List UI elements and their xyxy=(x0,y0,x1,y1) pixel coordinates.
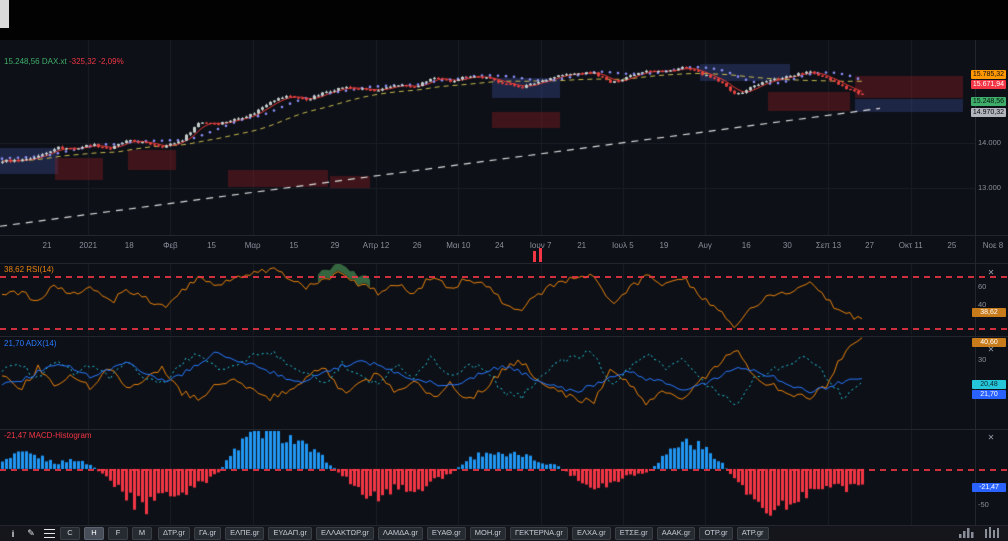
ticker-button[interactable]: ΕΛΧΑ.gr xyxy=(571,527,611,540)
ticker-button[interactable]: ΕΤΣΕ.gr xyxy=(614,527,653,540)
time-tick: 25 xyxy=(947,241,957,250)
symbol-legend[interactable]: 15.248,56 DAX.xt -325,32 -2,09% xyxy=(4,57,124,66)
rsi-pane-chart[interactable] xyxy=(0,263,975,335)
price-axis-label: 14.000 xyxy=(978,138,1001,147)
di-plus-badge: 20,48 xyxy=(972,380,1006,389)
main-price-chart[interactable] xyxy=(0,40,975,235)
list-glyph xyxy=(43,529,55,538)
overflow-volume-bar xyxy=(539,248,542,262)
ticker-button[interactable]: ΓΑ.gr xyxy=(193,527,222,540)
separator-rsi-top[interactable] xyxy=(0,263,1008,264)
time-tick: 2021 xyxy=(79,241,98,250)
macd-grid-label: -50 xyxy=(978,500,989,509)
watchlist-icon[interactable] xyxy=(42,528,56,540)
time-tick: 21 xyxy=(42,241,52,250)
time-tick: 26 xyxy=(412,241,422,250)
time-tick: 21 xyxy=(577,241,587,250)
rsi-value-badge: 38,62 xyxy=(972,308,1006,317)
adx-pane-chart[interactable] xyxy=(0,337,975,429)
separator-adx-top[interactable] xyxy=(0,336,1008,337)
time-tick: Ιουλ 5 xyxy=(611,241,634,250)
time-tick: 30 xyxy=(782,241,792,250)
rsi-lower-level-line xyxy=(0,328,1008,330)
time-axis[interactable]: 21 2021 18 Φεβ 15 Μαρ 15 29 Απρ 12 26 Μαι 10 24 Ιουν… xyxy=(0,235,1008,263)
separator-macd-top[interactable] xyxy=(0,429,1008,430)
time-tick: Σεπ 13 xyxy=(815,241,842,250)
time-tick: Μαι 10 xyxy=(446,241,471,250)
timeframe-button-C[interactable]: C xyxy=(60,527,80,540)
time-tick: Φεβ xyxy=(163,241,178,250)
time-tick: Νοε 8 xyxy=(982,241,1004,250)
macd-close-icon[interactable]: ✕ xyxy=(986,433,996,443)
ticker-button[interactable]: ΑΤΡ.gr xyxy=(736,527,769,540)
adx-close-icon[interactable]: ✕ xyxy=(986,345,996,355)
ticker-button[interactable]: ΜΟΗ.gr xyxy=(469,527,507,540)
adx-value-badge: 21,70 xyxy=(972,390,1006,399)
ticker-button[interactable]: ΕΥΑΘ.gr xyxy=(426,527,466,540)
ticker-buttons: ΔΤΡ.gr ΓΑ.gr ΕΛΠΕ.gr ΕΥΔΑΠ.gr ΕΛΛΑΚΤΩΡ.gr ΛΑΜ… xyxy=(158,527,769,540)
last-price-badge: 15.248,56 xyxy=(970,97,1006,106)
time-tick: Μαρ xyxy=(244,241,261,250)
high-price-badge: 15.785,32 xyxy=(970,70,1006,79)
trading-app-window: 15.248,56 DAX.xt -325,32 -2,09% 14.000 1… xyxy=(0,0,1008,541)
signal-bars-icon[interactable] xyxy=(958,527,974,538)
ticker-button[interactable]: ΔΤΡ.gr xyxy=(158,527,190,540)
ticker-button[interactable]: ΑΑΑΚ.gr xyxy=(656,527,696,540)
ticker-button[interactable]: ΕΥΔΑΠ.gr xyxy=(268,527,312,540)
time-tick: 15 xyxy=(207,241,216,250)
timeframe-button-M[interactable]: M xyxy=(132,527,152,540)
rsi-upper-level-line xyxy=(0,276,1008,278)
timeframe-button-F[interactable]: F xyxy=(108,527,128,540)
stop-price-badge: 15.671,94 xyxy=(970,80,1006,89)
top-bar xyxy=(0,0,1008,40)
rsi-close-icon[interactable]: ✕ xyxy=(986,268,996,278)
price-axis-label: 13.000 xyxy=(978,183,1001,192)
low-price-badge: 14.970,32 xyxy=(970,108,1006,117)
overflow-volume-bar xyxy=(533,251,536,262)
macd-zero-line xyxy=(0,469,1008,471)
macd-value-badge: -21,47 xyxy=(972,483,1006,492)
adx-pane-label[interactable]: 21,70 ADX(14) xyxy=(4,339,56,348)
time-tick: 19 xyxy=(659,241,669,250)
macd-pane-chart[interactable] xyxy=(0,429,975,525)
time-tick: 18 xyxy=(124,241,134,250)
draw-pencil-icon[interactable]: ✎ xyxy=(24,528,38,540)
time-tick: 16 xyxy=(741,241,751,250)
timeframe-button-H[interactable]: H xyxy=(84,527,104,540)
time-tick: 29 xyxy=(330,241,340,250)
ticker-button[interactable]: ΓΕΚΤΕΡΝΑ.gr xyxy=(510,527,568,540)
price-change: -325,32 xyxy=(68,57,97,66)
macd-pane-label[interactable]: -21,47 MACD-Histogram xyxy=(4,431,92,440)
adx-grid-label: 30 xyxy=(978,355,987,364)
time-tick: 15 xyxy=(289,241,299,250)
ticker-button[interactable]: ΛΑΜΔΑ.gr xyxy=(377,527,423,540)
time-tick: Απρ 12 xyxy=(362,241,390,250)
ticker-button[interactable]: ΕΛΠΕ.gr xyxy=(225,527,265,540)
time-tick: Αυγ xyxy=(698,241,712,250)
bottom-toolbar: i ✎ CHFM ΔΤΡ.gr ΓΑ.gr ΕΛΠΕ.gr ΕΥΔΑΠ.gr ΕΛΛΑΚ… xyxy=(0,525,1008,541)
symbol-name: DAX.xt xyxy=(41,57,67,66)
last-price: 15.248,56 xyxy=(4,57,40,66)
timeframe-buttons: CHFM xyxy=(60,527,152,540)
histogram-icon[interactable] xyxy=(984,527,1000,538)
time-tick: 27 xyxy=(865,241,875,250)
toolbar-right-icons xyxy=(958,527,1000,538)
info-icon[interactable]: i xyxy=(6,528,20,540)
rsi-pane-label[interactable]: 38,62 RSI(14) xyxy=(4,265,54,274)
time-tick: 24 xyxy=(494,241,504,250)
ticker-button[interactable]: ΟΤΡ.gr xyxy=(699,527,733,540)
ticker-button[interactable]: ΕΛΛΑΚΤΩΡ.gr xyxy=(315,527,374,540)
price-change-pct: -2,09% xyxy=(98,57,124,66)
time-tick: Οκτ 11 xyxy=(898,241,923,250)
top-left-marker xyxy=(0,0,9,28)
rsi-grid-label: 60 xyxy=(978,282,987,291)
